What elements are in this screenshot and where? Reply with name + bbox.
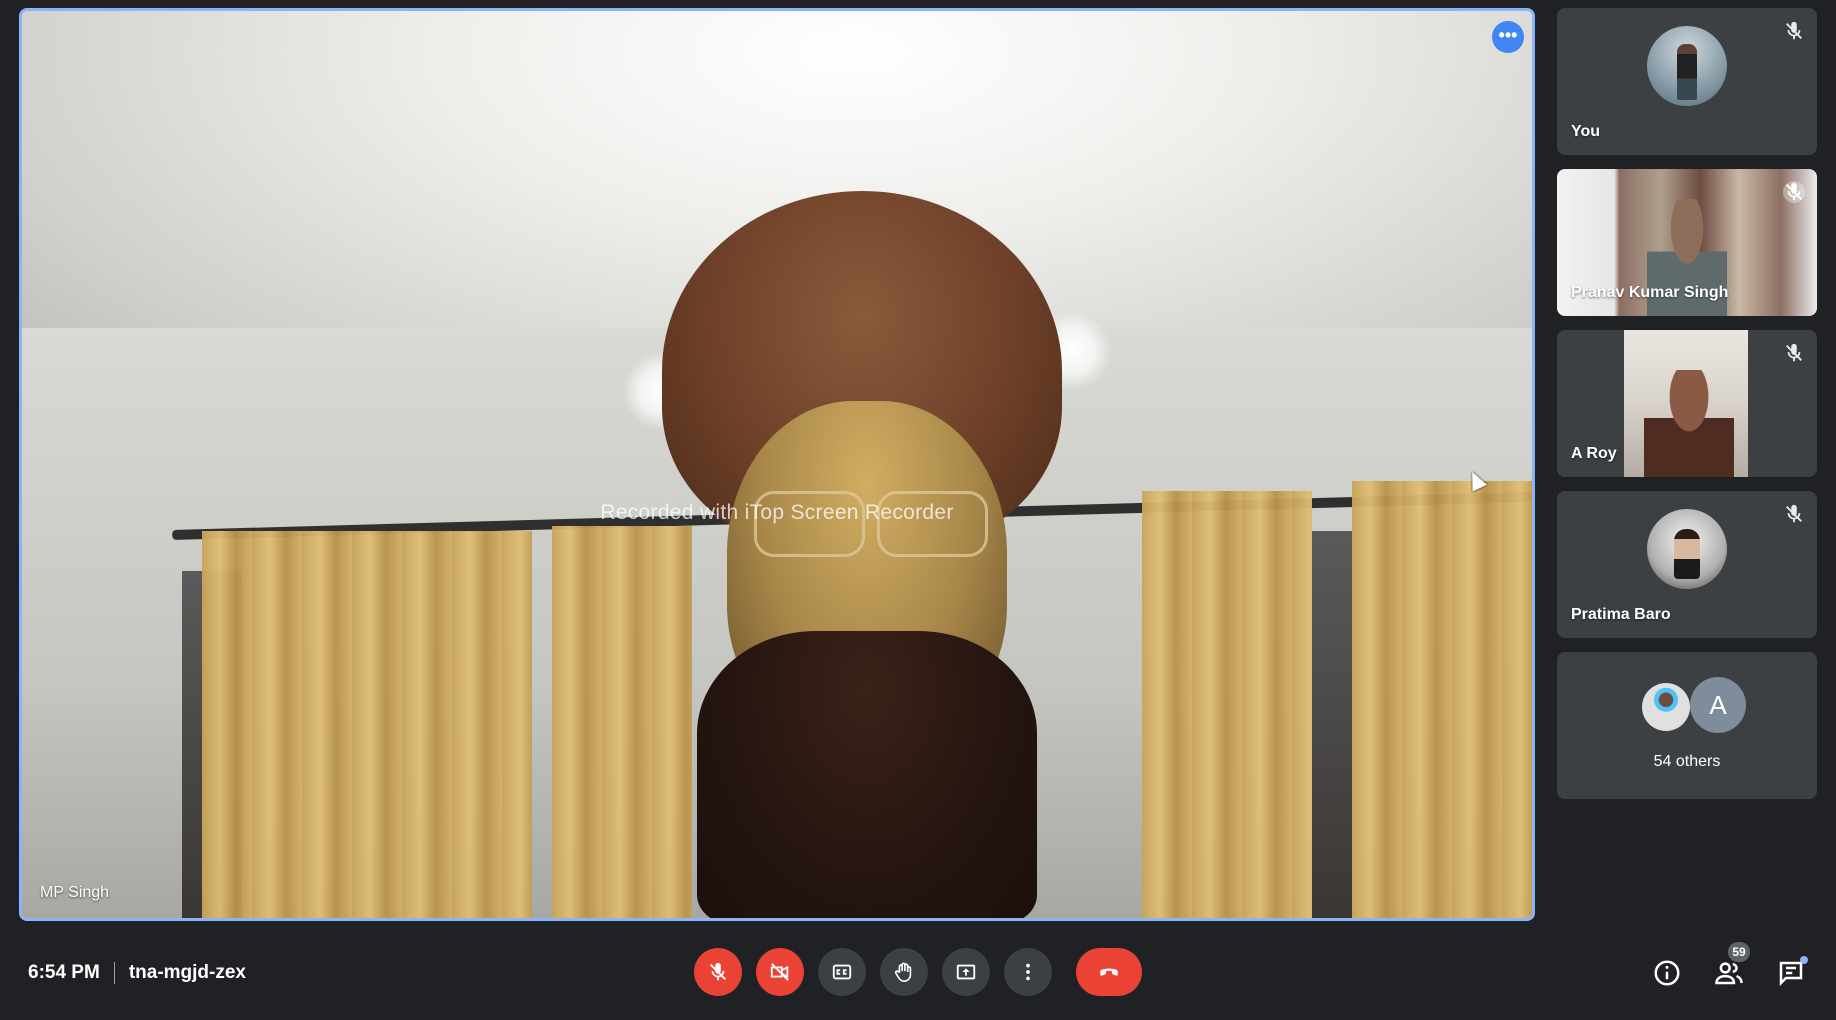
mic-off-icon <box>710 962 726 981</box>
chat-notification-dot <box>1800 956 1808 964</box>
present-button[interactable] <box>942 948 990 996</box>
tile-more-options-icon[interactable]: ••• <box>1492 21 1524 53</box>
participant-tile-you[interactable]: You <box>1557 8 1817 155</box>
others-tile[interactable]: A 54 others <box>1557 652 1817 799</box>
mic-off-icon <box>1783 181 1805 203</box>
participant-tile-a-roy[interactable]: A Roy <box>1557 330 1817 477</box>
hand-icon <box>894 962 912 982</box>
bottom-control-bar: 6:54 PM tna-mgjd-zex 59 <box>0 940 1836 1020</box>
mic-off-button[interactable] <box>694 948 742 996</box>
others-avatar-group: A <box>1642 677 1752 733</box>
people-icon <box>1715 962 1743 985</box>
mic-off-icon <box>1786 21 1802 40</box>
window-frame <box>1312 531 1352 918</box>
participant-name: You <box>1571 123 1601 140</box>
call-end-icon <box>1100 968 1118 976</box>
main-speaker-name: MP Singh <box>40 884 110 901</box>
you-avatar-icon <box>1647 26 1727 106</box>
camera-off-icon <box>770 963 789 981</box>
more-options-button[interactable] <box>1004 948 1052 996</box>
raise-hand-button[interactable] <box>880 948 928 996</box>
meeting-info: 6:54 PM tna-mgjd-zex <box>28 962 246 984</box>
speaker-video-person <box>492 191 1192 918</box>
participant-tile-pratima[interactable]: Pratima Baro <box>1557 491 1817 638</box>
info-icon <box>1654 960 1680 986</box>
mic-off-icon <box>1786 343 1802 362</box>
camera-off-button[interactable] <box>756 948 804 996</box>
speaker-beard <box>697 631 1037 918</box>
meeting-time: 6:54 PM <box>28 962 100 983</box>
present-icon <box>956 964 976 980</box>
meeting-details-button[interactable] <box>1652 958 1682 988</box>
participant-video-person <box>1644 370 1734 477</box>
people-count-badge: 59 <box>1728 942 1750 962</box>
chat-button[interactable] <box>1776 956 1808 988</box>
main-speaker-tile[interactable]: Recorded with iTop Screen Recorder MP Si… <box>19 8 1535 921</box>
participant-name: Pratima Baro <box>1571 606 1671 623</box>
pratima-avatar-icon <box>1647 509 1727 589</box>
captions-button[interactable] <box>818 948 866 996</box>
recorder-watermark: Recorded with iTop Screen Recorder <box>600 501 954 524</box>
curtain-left <box>202 531 532 918</box>
others-count-label: 54 others <box>1653 753 1721 770</box>
divider <box>113 962 115 984</box>
call-controls <box>694 948 1142 996</box>
participant-avatar-icon <box>1642 683 1690 731</box>
letter-avatar-icon: A <box>1690 677 1746 733</box>
people-button[interactable]: 59 <box>1714 942 1750 988</box>
side-actions: 59 <box>1652 942 1808 988</box>
participant-name: A Roy <box>1571 445 1617 462</box>
meeting-code: tna-mgjd-zex <box>128 962 246 983</box>
participant-name: Pranav Kumar Singh <box>1571 284 1729 301</box>
captions-icon <box>832 964 852 980</box>
participant-video <box>1624 330 1748 477</box>
more-vert-icon <box>1026 963 1030 981</box>
mic-off-icon <box>1786 504 1802 523</box>
curtain-far-right <box>1352 481 1532 918</box>
leave-call-button[interactable] <box>1076 948 1142 996</box>
participant-tile-pranav[interactable]: Pranav Kumar Singh <box>1557 169 1817 316</box>
